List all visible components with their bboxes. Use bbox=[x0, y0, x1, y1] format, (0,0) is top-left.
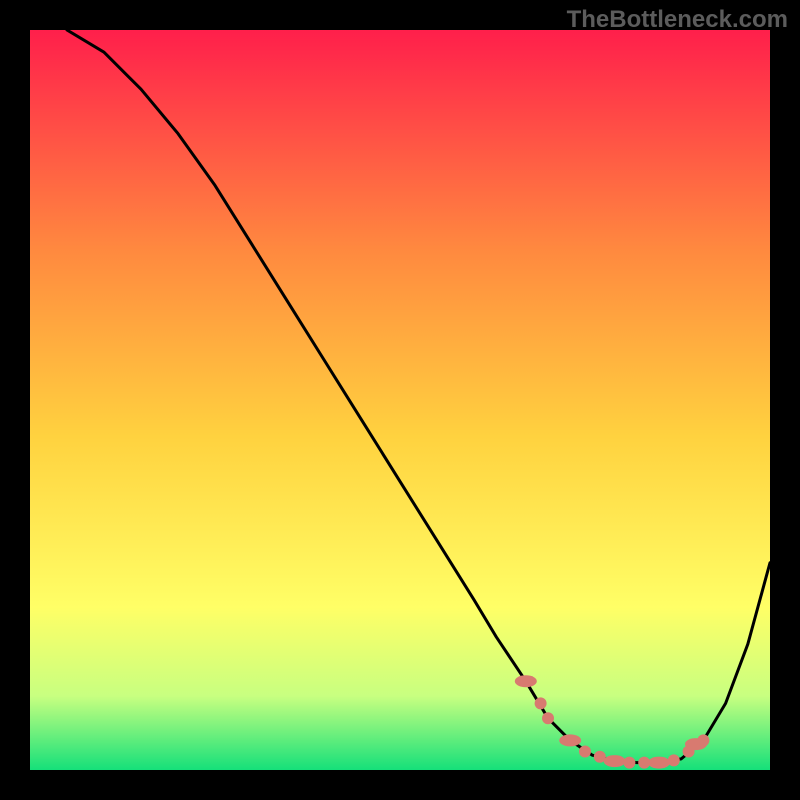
marker-dot bbox=[579, 746, 591, 758]
gradient-background bbox=[30, 30, 770, 770]
marker-dot bbox=[623, 757, 635, 769]
marker-dot bbox=[697, 734, 709, 746]
plot-area bbox=[30, 30, 770, 770]
marker-lozenge bbox=[515, 675, 537, 687]
marker-dot bbox=[542, 712, 554, 724]
chart-frame: TheBottleneck.com bbox=[0, 0, 800, 800]
marker-lozenge bbox=[559, 734, 581, 746]
marker-lozenge bbox=[604, 755, 626, 767]
marker-lozenge bbox=[648, 757, 670, 769]
marker-dot bbox=[535, 697, 547, 709]
chart-svg bbox=[30, 30, 770, 770]
marker-dot bbox=[668, 754, 680, 766]
